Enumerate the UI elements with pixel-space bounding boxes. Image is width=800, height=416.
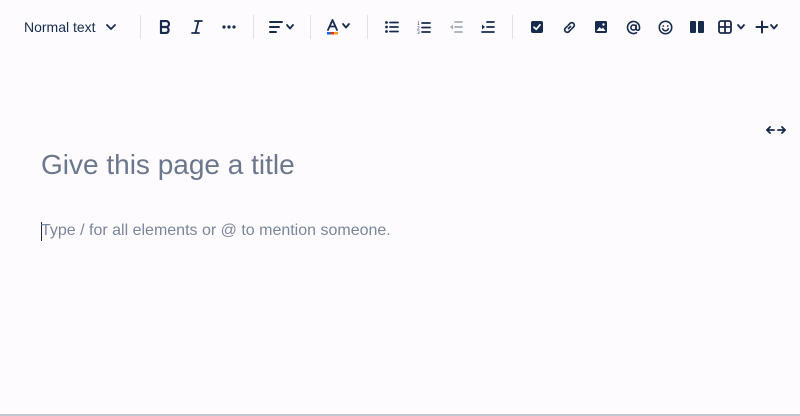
link-icon [563, 21, 575, 33]
toolbar-separator [512, 15, 513, 39]
numbered-list-button[interactable]: 1 2 3 [408, 11, 440, 43]
toolbar-separator [367, 15, 368, 39]
text-style-label: Normal text [24, 19, 96, 35]
indent-button[interactable] [472, 11, 504, 43]
toolbar-separator [253, 15, 254, 39]
insert-plus-icon [755, 20, 778, 34]
indent-icon [481, 21, 495, 33]
bold-button[interactable] [149, 11, 181, 43]
table-dropdown[interactable] [713, 11, 751, 43]
expand-width-icon [766, 126, 786, 134]
italic-icon [191, 20, 203, 34]
action-item-icon [531, 21, 543, 33]
mention-icon [626, 20, 640, 34]
toolbar-separator [310, 15, 311, 39]
editor-toolbar: Normal text 1 2 3 [0, 0, 800, 54]
mention-button[interactable] [617, 11, 649, 43]
more-formatting-icon [222, 25, 236, 29]
insert-dropdown[interactable] [751, 11, 783, 43]
table-icon [718, 20, 745, 34]
outdent-icon [450, 21, 463, 33]
image-button[interactable] [585, 11, 617, 43]
align-icon [269, 21, 294, 33]
svg-text:3: 3 [417, 30, 420, 34]
image-icon [595, 21, 607, 33]
layouts-button[interactable] [681, 11, 713, 43]
page-title-input[interactable]: Give this page a title [41, 146, 741, 184]
emoji-icon [658, 20, 672, 34]
page-width-toggle[interactable] [764, 122, 788, 138]
bullet-list-button[interactable] [376, 11, 408, 43]
bold-icon [159, 20, 171, 34]
italic-button[interactable] [181, 11, 213, 43]
text-color-dropdown[interactable] [319, 11, 359, 43]
page-body-editor[interactable]: Type / for all elements or @ to mention … [41, 220, 741, 242]
outdent-button[interactable] [440, 11, 472, 43]
text-style-dropdown[interactable]: Normal text [16, 11, 132, 43]
chevron-down-icon [105, 24, 116, 30]
alignment-dropdown[interactable] [262, 11, 302, 43]
numbered-list-icon: 1 2 3 [417, 21, 431, 34]
link-button[interactable] [553, 11, 585, 43]
layouts-icon [690, 21, 704, 33]
action-item-button[interactable] [521, 11, 553, 43]
emoji-button[interactable] [649, 11, 681, 43]
more-formatting-button[interactable] [213, 11, 245, 43]
text-color-icon [327, 19, 350, 35]
toolbar-separator [140, 15, 141, 39]
bullet-list-icon [385, 21, 399, 33]
confluence-editor: Normal text 1 2 3 Give this page a title… [0, 0, 800, 416]
